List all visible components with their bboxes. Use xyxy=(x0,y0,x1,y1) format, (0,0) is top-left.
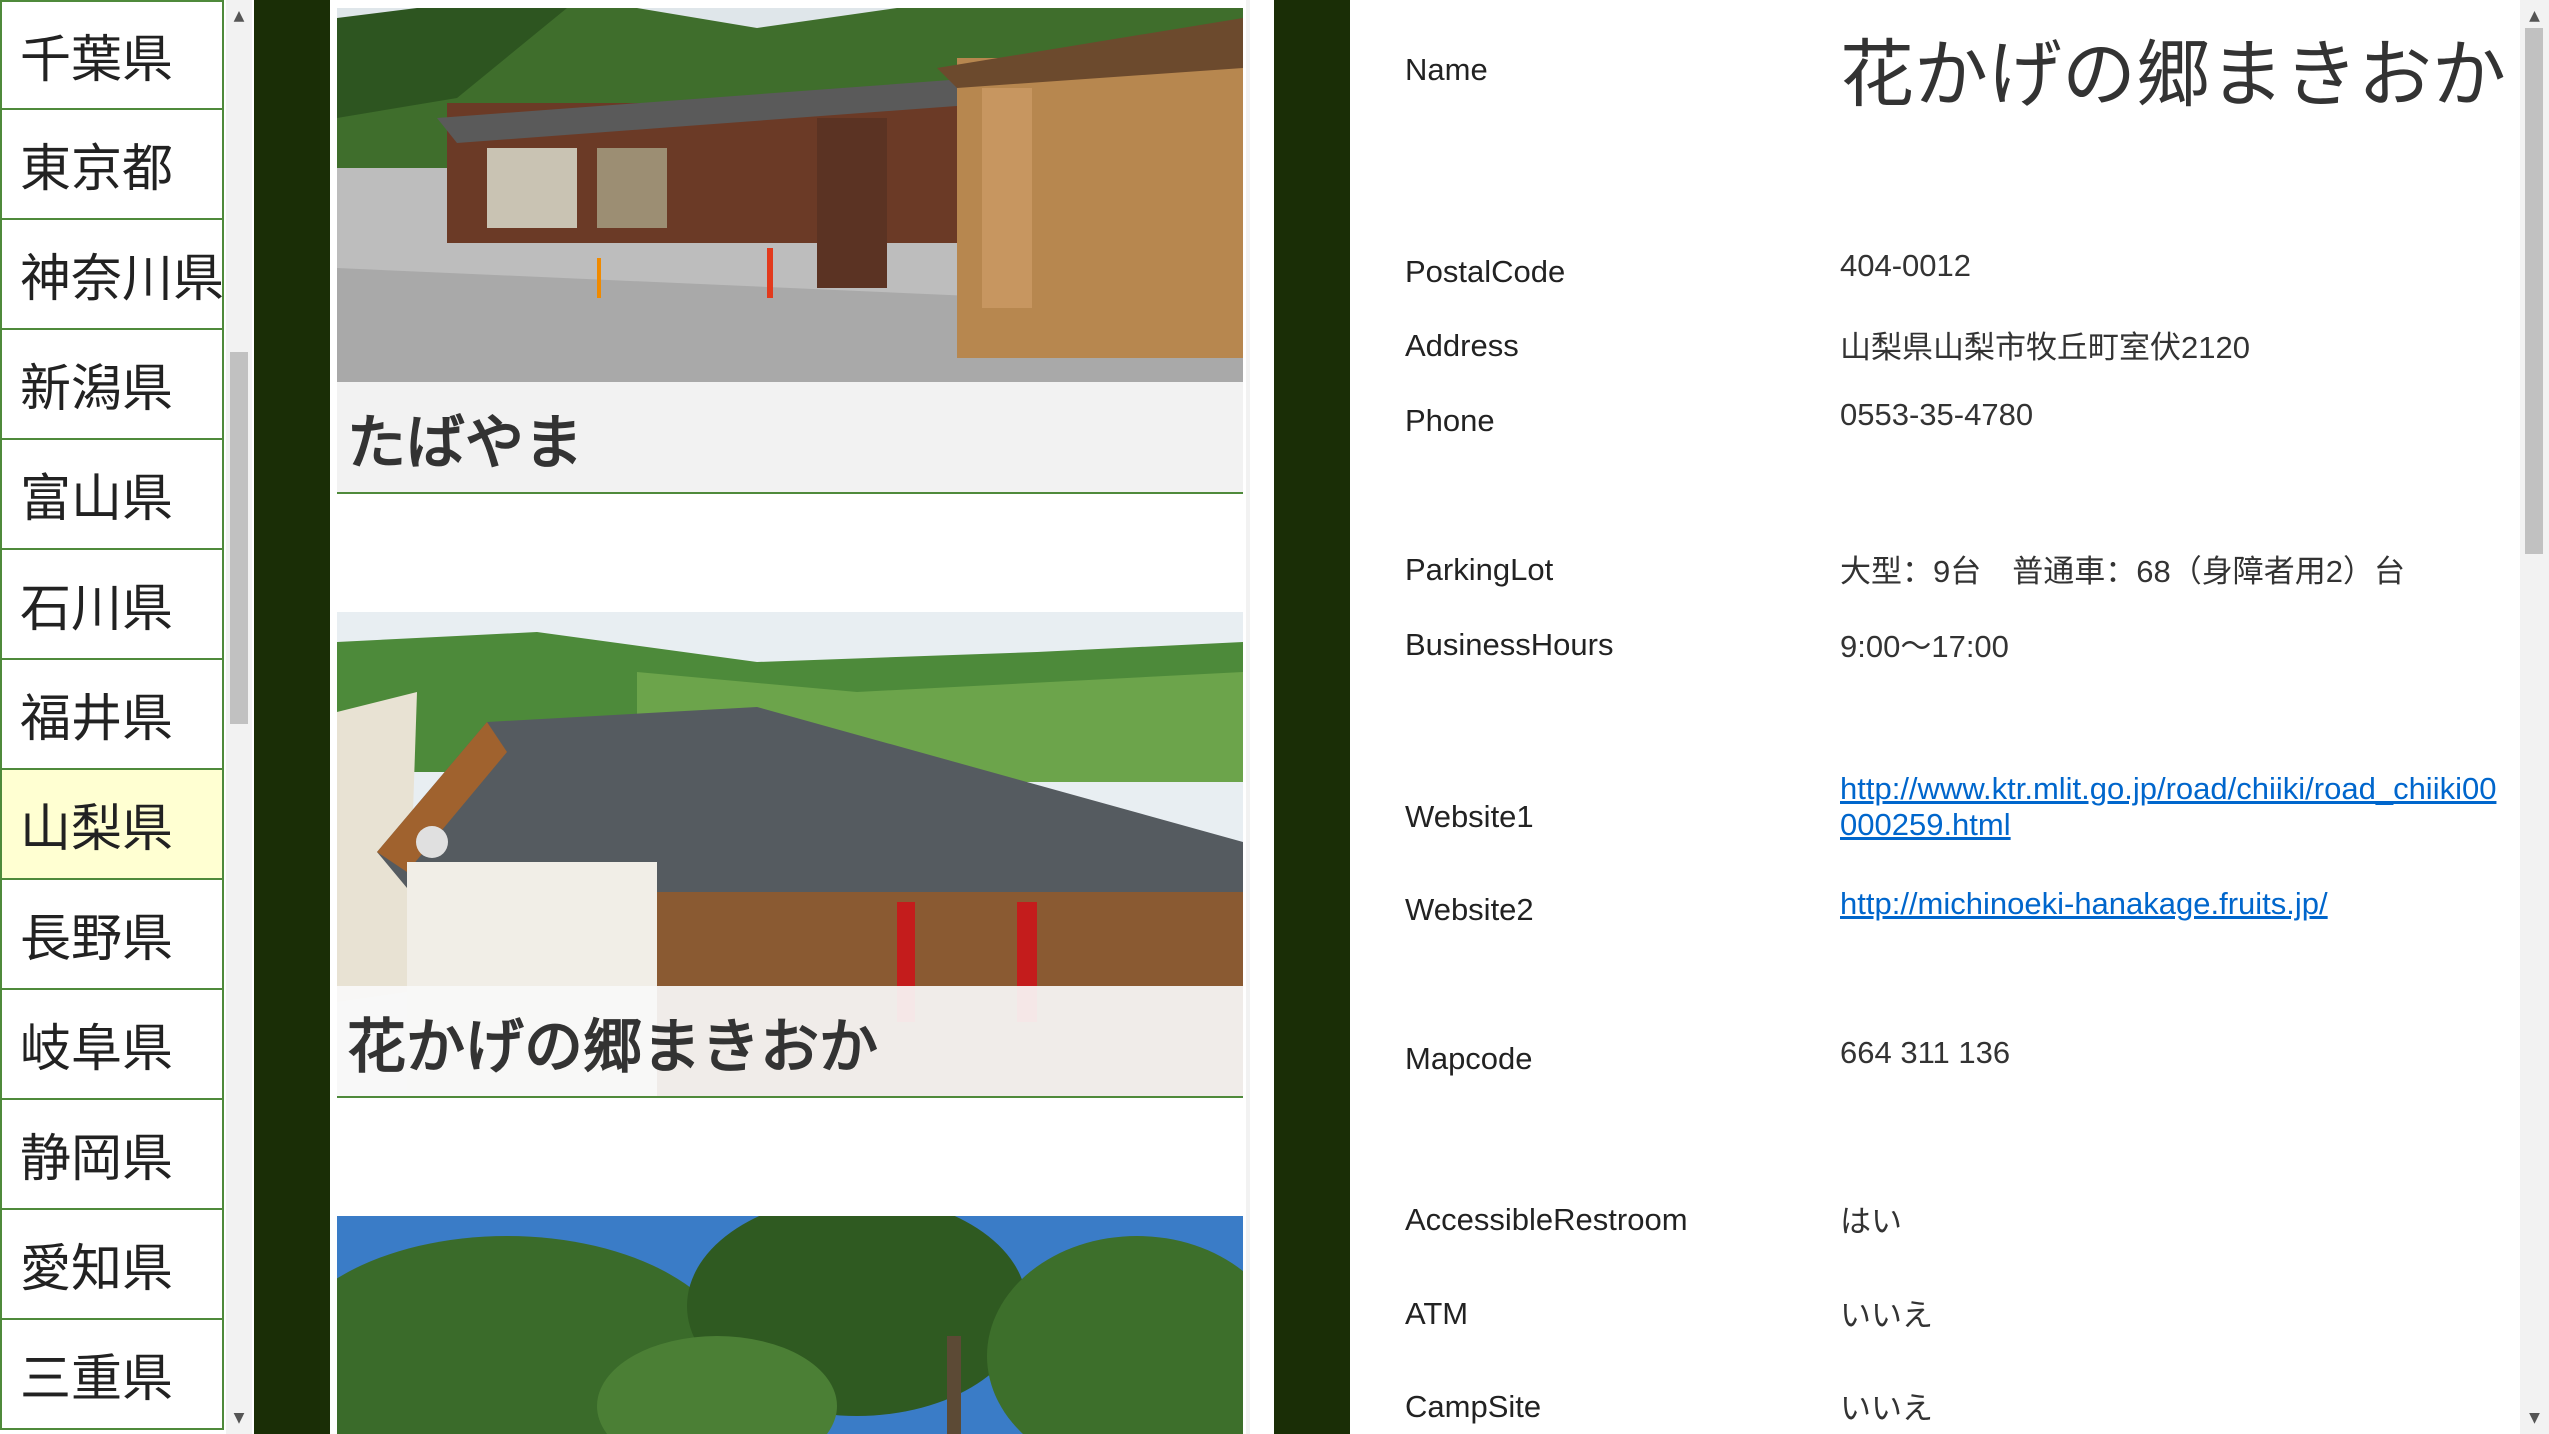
scroll-down-arrow-icon[interactable]: ▼ xyxy=(1246,1402,1250,1434)
station-detail-pane: Name 花かげの郷まきおか PostalCode 404-0012 Addre… xyxy=(1350,0,2520,1434)
station-card[interactable] xyxy=(337,1216,1243,1434)
scrollbar-thumb[interactable] xyxy=(2525,28,2543,554)
address-label: Address xyxy=(1405,328,1519,363)
prefecture-item-yamanashi[interactable]: 山梨県 xyxy=(0,768,224,880)
detail-scrollbar[interactable]: ▲ ▼ xyxy=(2520,0,2549,1434)
station-photo xyxy=(337,1216,1243,1434)
parking-lot-value: 大型：9台 普通車：68（身障者用2）台 xyxy=(1840,554,2405,589)
website2-link[interactable]: http://michinoeki-hanakage.fruits.jp/ xyxy=(1840,886,2328,921)
phone-label: Phone xyxy=(1405,403,1495,438)
website2-value: http://michinoeki-hanakage.fruits.jp/ xyxy=(1840,886,2500,922)
prefecture-item-fukui[interactable]: 福井県 xyxy=(0,658,224,770)
prefecture-item-shizuoka[interactable]: 静岡県 xyxy=(0,1098,224,1210)
prefecture-list: 千葉県 東京都 神奈川県 新潟県 富山県 石川県 福井県 山梨県 長野県 岐阜県… xyxy=(0,0,224,1430)
prefecture-list-pane: 千葉県 東京都 神奈川県 新潟県 富山県 石川県 福井県 山梨県 長野県 岐阜県… xyxy=(0,0,254,1434)
prefecture-item-nagano[interactable]: 長野県 xyxy=(0,878,224,990)
prefecture-item-niigata[interactable]: 新潟県 xyxy=(0,328,224,440)
name-label: Name xyxy=(1405,52,1488,87)
scrollbar-thumb[interactable] xyxy=(230,352,248,724)
prefecture-item-aichi[interactable]: 愛知県 xyxy=(0,1208,224,1320)
left-divider xyxy=(254,0,330,1434)
postal-code-label: PostalCode xyxy=(1405,254,1566,289)
right-divider xyxy=(1274,0,1350,1434)
atm-value: いいえ xyxy=(1840,1298,1933,1333)
website2-label: Website2 xyxy=(1405,892,1534,927)
atm-label: ATM xyxy=(1405,1296,1469,1331)
campsite-value: いいえ xyxy=(1840,1391,1933,1426)
phone-value: 0553-35-4780 xyxy=(1840,397,2034,432)
prefecture-item-mie[interactable]: 三重県 xyxy=(0,1318,224,1430)
cards-scrollbar[interactable]: ▲ ▼ xyxy=(1246,0,1250,1434)
mapcode-value: 664 311 136 xyxy=(1840,1035,2011,1070)
prefecture-item-gifu[interactable]: 岐阜県 xyxy=(0,988,224,1100)
prefecture-item-kanagawa[interactable]: 神奈川県 xyxy=(0,218,224,330)
website1-link[interactable]: http://www.ktr.mlit.go.jp/road/chiiki/ro… xyxy=(1840,771,2496,842)
station-name: 花かげの郷まきおか xyxy=(337,986,1243,1096)
scroll-down-arrow-icon[interactable]: ▼ xyxy=(226,1402,252,1434)
parking-lot-label: ParkingLot xyxy=(1405,552,1554,587)
business-hours-label: BusinessHours xyxy=(1405,627,1614,662)
station-card[interactable]: たばやま xyxy=(337,8,1243,494)
station-cards-pane: たばやま 花かげの郷まきおか ▲ ▼ xyxy=(330,0,1250,1434)
business-hours-value: 9:00〜17:00 xyxy=(1840,629,2009,664)
station-name: たばやま xyxy=(337,382,1243,492)
postal-code-value: 404-0012 xyxy=(1840,248,1972,283)
prefecture-item-tokyo[interactable]: 東京都 xyxy=(0,108,224,220)
accessible-restroom-value: はい xyxy=(1840,1204,1902,1239)
website1-value: http://www.ktr.mlit.go.jp/road/chiiki/ro… xyxy=(1840,771,2500,843)
station-card[interactable]: 花かげの郷まきおか xyxy=(337,612,1243,1098)
website1-label: Website1 xyxy=(1405,799,1534,834)
scroll-up-arrow-icon[interactable]: ▲ xyxy=(226,0,252,32)
address-value: 山梨県山梨市牧丘町室伏2120 xyxy=(1840,330,2250,365)
scroll-down-arrow-icon[interactable]: ▼ xyxy=(2520,1402,2549,1434)
prefecture-item-chiba[interactable]: 千葉県 xyxy=(0,0,224,110)
campsite-label: CampSite xyxy=(1405,1389,1542,1424)
station-title: 花かげの郷まきおか xyxy=(1840,33,2506,116)
prefecture-scrollbar[interactable]: ▲ ▼ xyxy=(226,0,252,1434)
mapcode-label: Mapcode xyxy=(1405,1041,1533,1076)
accessible-restroom-label: AccessibleRestroom xyxy=(1405,1202,1688,1237)
prefecture-item-ishikawa[interactable]: 石川県 xyxy=(0,548,224,660)
prefecture-item-toyama[interactable]: 富山県 xyxy=(0,438,224,550)
